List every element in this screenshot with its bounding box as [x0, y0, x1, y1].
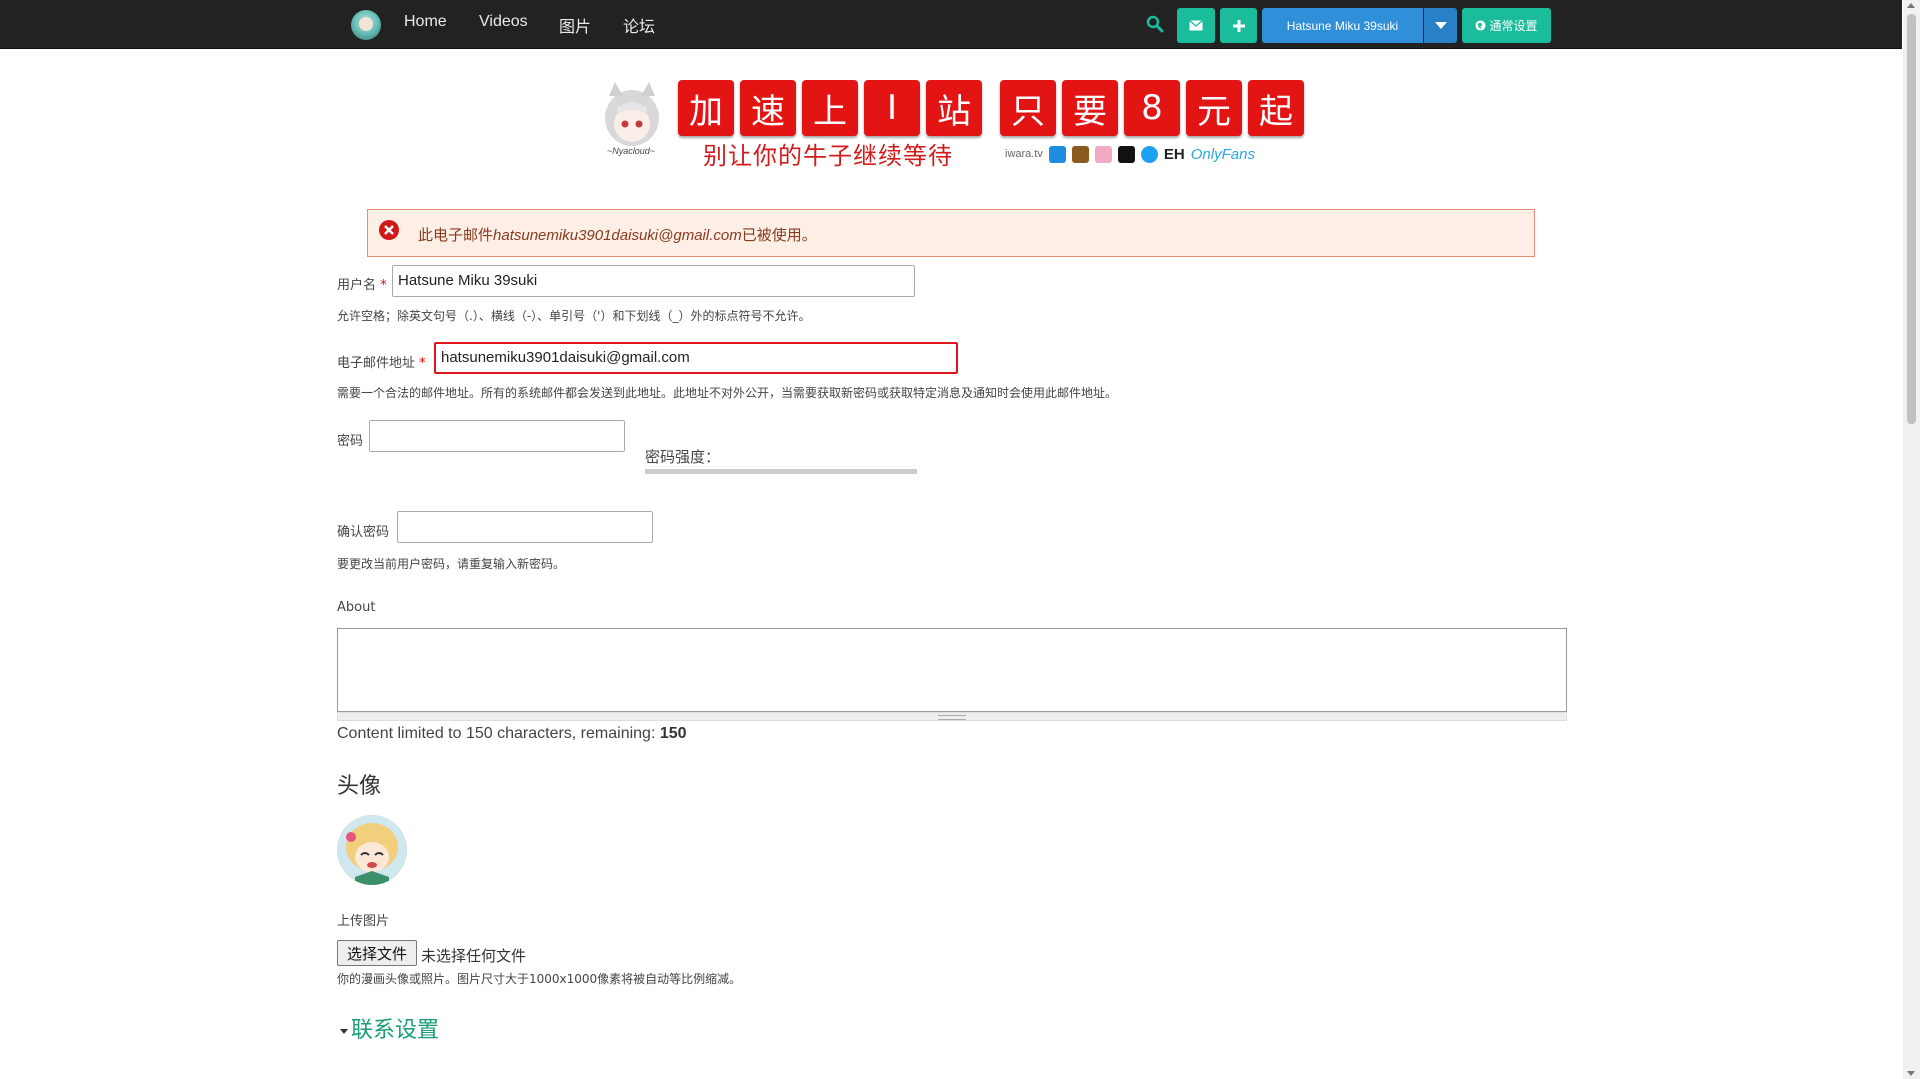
confirm-password-help: 要更改当前用户密码，请重复输入新密码。 [337, 557, 566, 571]
email-input[interactable]: hatsunemiku3901daisuki@gmail.com [434, 342, 958, 374]
nav-home[interactable]: Home [404, 13, 447, 31]
nav-images[interactable]: 图片 [559, 13, 591, 37]
email-label: 电子邮件地址 * [337, 356, 426, 371]
partner-logos: iwara.tv EH OnlyFans [1005, 142, 1255, 166]
avatar-image [337, 815, 407, 885]
user-menu-label: Hatsune Miku 39suki [1286, 18, 1399, 33]
add-button[interactable] [1220, 8, 1257, 43]
avatar-section-title: 头像 [337, 774, 382, 799]
password-input[interactable] [369, 420, 625, 452]
site-logo[interactable] [351, 10, 381, 40]
banner-char: 速 [740, 80, 796, 136]
username-label: 用户名 * [337, 278, 387, 293]
banner-char: 要 [1062, 80, 1118, 136]
choose-file-button[interactable]: 选择文件 [337, 940, 417, 966]
banner-char: 上 [802, 80, 858, 136]
about-textarea[interactable] [337, 628, 1567, 712]
globe-icon [1475, 20, 1487, 31]
banner-char: 加 [678, 80, 734, 136]
search-icon[interactable] [1146, 15, 1164, 33]
user-menu-dropdown-toggle[interactable] [1424, 8, 1457, 43]
iwara-logo-text: iwara.tv [1005, 148, 1043, 160]
textarea-resize-grip[interactable] [337, 712, 1567, 721]
error-message: 此电子邮件hatsunemiku3901daisuki@gmail.com已被使… [418, 226, 817, 244]
banner-char: I [864, 80, 920, 136]
char-limit-text: Content limited to 150 characters, remai… [337, 725, 687, 742]
twitter-icon [1140, 145, 1158, 163]
page-scrollbar[interactable] [1903, 0, 1920, 1079]
error-icon [379, 220, 399, 240]
error-alert: 此电子邮件hatsunemiku3901daisuki@gmail.com已被使… [367, 209, 1535, 257]
pixiv-icon [1048, 145, 1066, 163]
upload-label: 上传图片 [337, 914, 390, 929]
scroll-down-icon[interactable] [1907, 1071, 1915, 1076]
settings-label: 通常设置 [1489, 19, 1538, 33]
avatar [337, 815, 407, 885]
nav-videos[interactable]: Videos [479, 13, 528, 31]
nyacloud-logo-text: ~Nyacloud~ [607, 146, 656, 156]
netflix-icon [1117, 145, 1135, 163]
password-label: 密码 [337, 434, 364, 449]
nav-forum[interactable]: 论坛 [623, 13, 655, 37]
contact-settings-toggle[interactable]: 联系设置 [340, 1012, 439, 1044]
banner-subtitle: 别让你的牛子继续等待 [703, 142, 953, 170]
fantia-icon [1094, 145, 1112, 163]
username-help: 允许空格；除英文句号（.）、横线（-）、单引号（'）和下划线（_）外的标点符号不… [337, 309, 811, 323]
top-navbar: Home Videos 图片 论坛 Hatsune Miku 39suki 通常… [0, 0, 1902, 49]
messages-button[interactable] [1177, 8, 1215, 43]
plus-icon [1232, 19, 1245, 32]
scroll-up-icon[interactable] [1907, 3, 1915, 8]
email-help: 需要一个合法的邮件地址。所有的系统邮件都会发送到此地址。此地址不对外公开，当需要… [337, 386, 1118, 400]
banner-char: 起 [1248, 80, 1304, 136]
password-strength-bar [645, 469, 917, 474]
scrollbar-thumb[interactable] [1907, 14, 1916, 424]
ad-banner[interactable]: ~Nyacloud~ 加 速 上 I 站 只 要 8 元 起 别让你的牛子继续等… [597, 78, 1305, 170]
user-menu-button[interactable]: Hatsune Miku 39suki [1262, 8, 1423, 43]
settings-button[interactable]: 通常设置 [1462, 8, 1551, 43]
password-strength-label: 密码强度： [645, 448, 721, 466]
banner-char: 8 [1124, 80, 1180, 136]
caret-down-icon [340, 1028, 348, 1034]
error-email: hatsunemiku3901daisuki@gmail.com [493, 227, 742, 244]
about-label: About [337, 600, 376, 615]
banner-char: 元 [1186, 80, 1242, 136]
banner-char: 只 [1000, 80, 1056, 136]
banner-char: 站 [926, 80, 982, 136]
onlyfans-logo-text: OnlyFans [1190, 145, 1255, 163]
confirm-password-label: 确认密码 [337, 525, 390, 540]
username-input[interactable]: Hatsune Miku 39suki [392, 265, 915, 297]
upload-help: 你的漫画头像或照片。图片尺寸大于1000x1000像素将被自动等比例缩减。 [337, 972, 742, 986]
no-file-text: 未选择任何文件 [421, 947, 527, 965]
confirm-password-input[interactable] [397, 511, 653, 543]
char-remaining: 150 [659, 725, 687, 742]
envelope-icon [1189, 20, 1203, 31]
chevron-down-icon [1434, 22, 1447, 29]
eh-logo-text: EH [1163, 145, 1185, 163]
fanbox-icon [1071, 145, 1089, 163]
